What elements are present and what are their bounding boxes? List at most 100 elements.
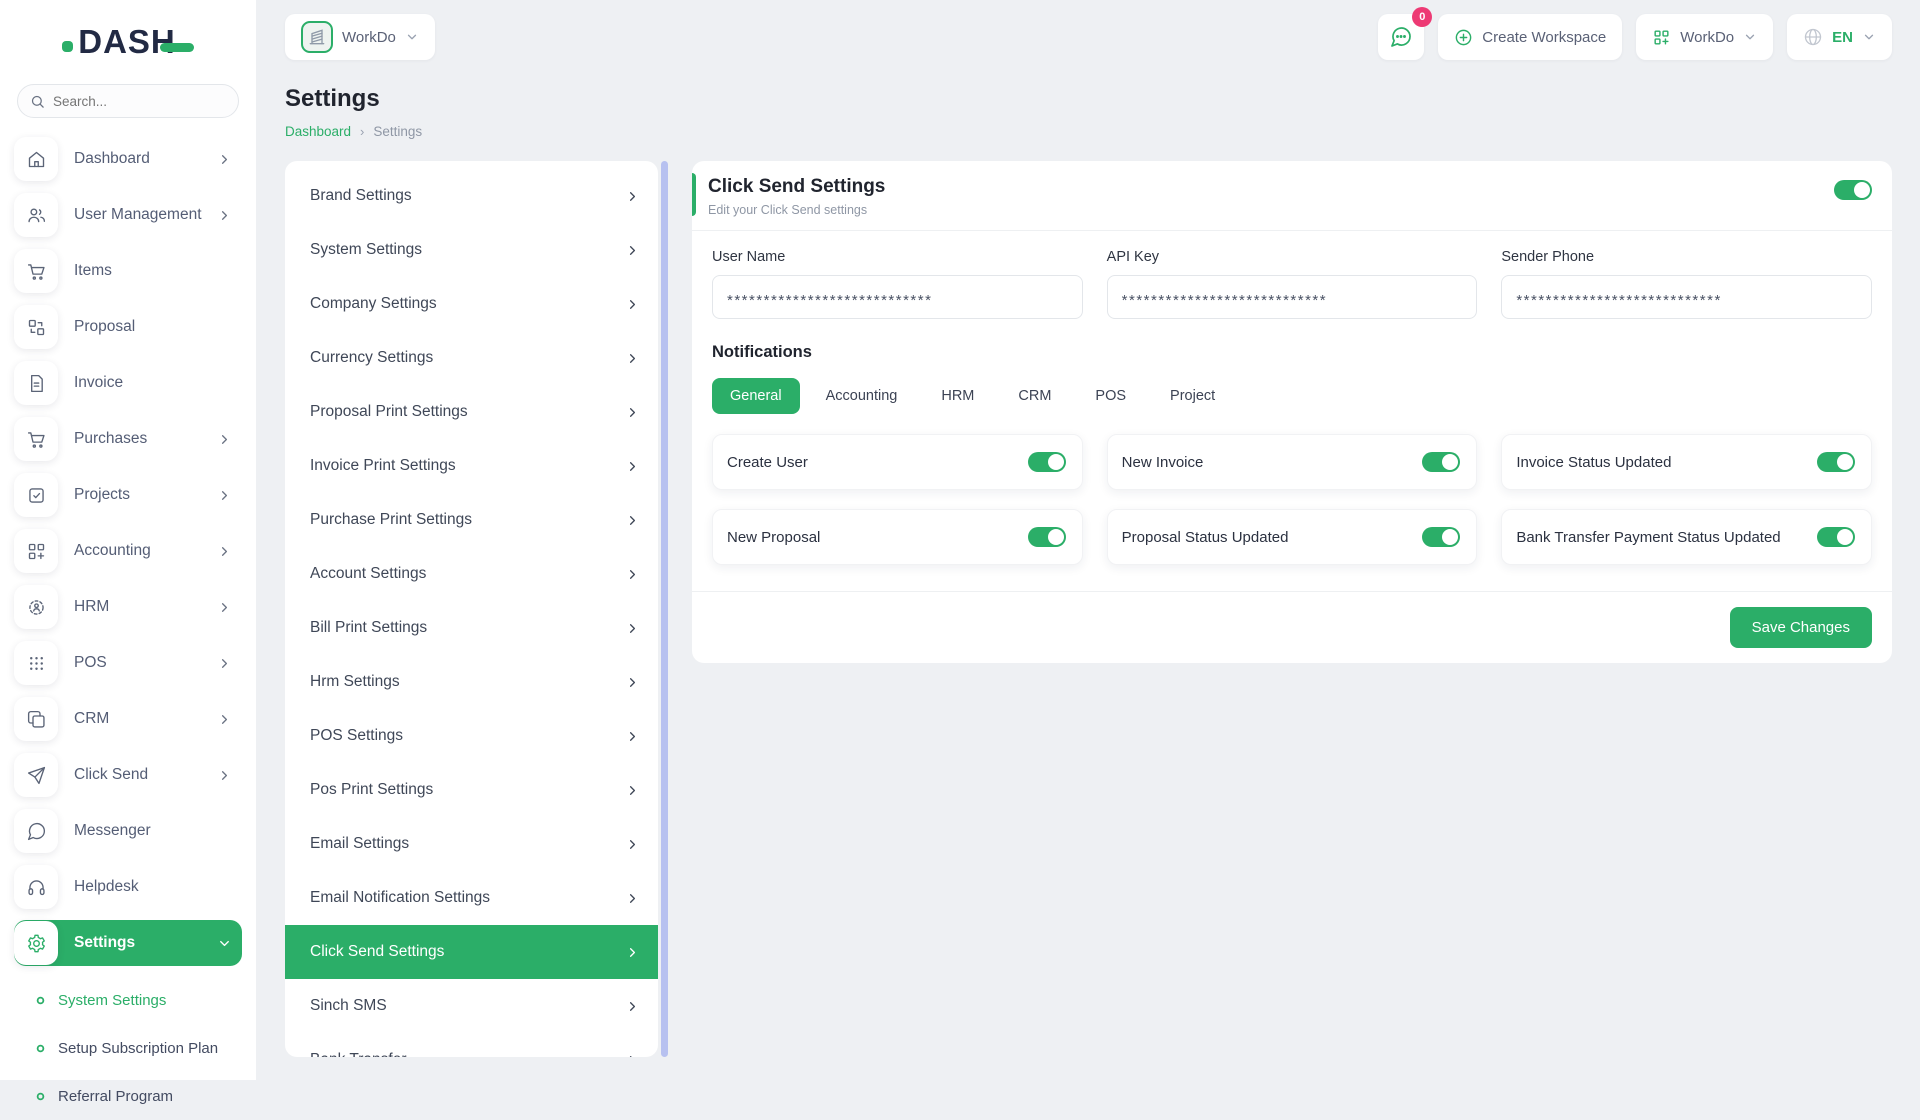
sidebar-item-label: Helpdesk bbox=[74, 878, 139, 896]
search-input[interactable] bbox=[53, 94, 226, 109]
dot-icon bbox=[36, 996, 45, 1005]
settings-menu-wrap: Brand SettingsSystem SettingsCompany Set… bbox=[285, 161, 668, 1057]
credential-fields: User NameAPI KeySender Phone bbox=[692, 231, 1892, 343]
settings-menu-item-purchase-print-settings[interactable]: Purchase Print Settings bbox=[285, 493, 658, 547]
sender-phone-input[interactable] bbox=[1501, 275, 1872, 319]
chevron-right-icon bbox=[217, 600, 232, 615]
sidebar-item-proposal[interactable]: Proposal bbox=[14, 304, 242, 350]
sidebar-item-invoice[interactable]: Invoice bbox=[14, 360, 242, 406]
toggle-label: Bank Transfer Payment Status Updated bbox=[1516, 529, 1780, 546]
sidebar-item-messenger[interactable]: Messenger bbox=[14, 808, 242, 854]
tab-hrm[interactable]: HRM bbox=[923, 378, 992, 414]
invoice-status-updated-toggle[interactable] bbox=[1817, 452, 1855, 472]
settings-menu-item-invoice-print-settings[interactable]: Invoice Print Settings bbox=[285, 439, 658, 493]
sidebar-subitem-system-settings[interactable]: System Settings bbox=[14, 976, 242, 1024]
bank-transfer-payment-status-updated-toggle[interactable] bbox=[1817, 527, 1855, 547]
chevron-right-icon bbox=[625, 945, 640, 960]
sidebar-item-label: Projects bbox=[74, 486, 130, 504]
app-menu-label: WorkDo bbox=[1680, 29, 1734, 46]
field-sender-phone: Sender Phone bbox=[1501, 249, 1872, 319]
workspace-switcher[interactable]: WorkDo bbox=[285, 14, 435, 60]
settings-menu-item-pos-settings[interactable]: POS Settings bbox=[285, 709, 658, 763]
breadcrumb-separator: › bbox=[360, 124, 364, 139]
tab-general[interactable]: General bbox=[712, 378, 800, 414]
field-label: User Name bbox=[712, 249, 1083, 265]
new-proposal-toggle[interactable] bbox=[1028, 527, 1066, 547]
message-icon bbox=[14, 809, 58, 853]
chevron-right-icon bbox=[217, 544, 232, 559]
sidebar-item-dashboard[interactable]: Dashboard bbox=[14, 136, 242, 182]
settings-menu-item-email-notification-settings[interactable]: Email Notification Settings bbox=[285, 871, 658, 925]
tab-accounting[interactable]: Accounting bbox=[808, 378, 916, 414]
sidebar-item-user-management[interactable]: User Management bbox=[14, 192, 242, 238]
sidebar-item-settings[interactable]: Settings bbox=[14, 920, 242, 966]
chevron-down-icon bbox=[1743, 30, 1757, 44]
sidebar-item-pos[interactable]: POS bbox=[14, 640, 242, 686]
save-changes-button[interactable]: Save Changes bbox=[1730, 607, 1872, 648]
gear-icon bbox=[14, 921, 58, 965]
sidebar-item-click-send[interactable]: Click Send bbox=[14, 752, 242, 798]
create-user-toggle[interactable] bbox=[1028, 452, 1066, 472]
proposal-status-updated-toggle[interactable] bbox=[1422, 527, 1460, 547]
tab-project[interactable]: Project bbox=[1152, 378, 1233, 414]
breadcrumb-dashboard-link[interactable]: Dashboard bbox=[285, 124, 351, 139]
users-icon bbox=[14, 193, 58, 237]
settings-menu-item-proposal-print-settings[interactable]: Proposal Print Settings bbox=[285, 385, 658, 439]
sidebar-item-purchases[interactable]: Purchases bbox=[14, 416, 242, 462]
sidebar-item-items[interactable]: Items bbox=[14, 248, 242, 294]
content-row: Brand SettingsSystem SettingsCompany Set… bbox=[285, 161, 1892, 1057]
create-workspace-button[interactable]: Create Workspace bbox=[1438, 14, 1622, 60]
sidebar-item-helpdesk[interactable]: Helpdesk bbox=[14, 864, 242, 910]
user-name-input[interactable] bbox=[712, 275, 1083, 319]
sidebar-item-accounting[interactable]: Accounting bbox=[14, 528, 242, 574]
toggle-card-new-invoice: New Invoice bbox=[1107, 434, 1478, 490]
sidebar-subitem-setup-subscription-plan[interactable]: Setup Subscription Plan bbox=[14, 1024, 242, 1072]
settings-menu-item-click-send-settings[interactable]: Click Send Settings bbox=[285, 925, 658, 979]
chevron-right-icon bbox=[217, 152, 232, 167]
chevron-right-icon bbox=[625, 837, 640, 852]
settings-menu-item-brand-settings[interactable]: Brand Settings bbox=[285, 169, 658, 223]
sidebar-item-crm[interactable]: CRM bbox=[14, 696, 242, 742]
panel-title: Click Send Settings bbox=[708, 176, 885, 198]
settings-menu-item-email-settings[interactable]: Email Settings bbox=[285, 817, 658, 871]
settings-menu-scrollbar[interactable] bbox=[661, 161, 668, 1057]
settings-menu-item-bank-transfer[interactable]: Bank Transfer bbox=[285, 1033, 658, 1057]
new-invoice-toggle[interactable] bbox=[1422, 452, 1460, 472]
settings-menu-item-bill-print-settings[interactable]: Bill Print Settings bbox=[285, 601, 658, 655]
logo-text: DASH bbox=[78, 23, 176, 61]
settings-menu-item-label: Click Send Settings bbox=[310, 943, 444, 961]
settings-menu-item-label: Email Settings bbox=[310, 835, 409, 853]
language-button[interactable]: EN bbox=[1787, 14, 1892, 60]
tab-crm[interactable]: CRM bbox=[1000, 378, 1069, 414]
messages-button[interactable]: 0 bbox=[1378, 14, 1424, 60]
click-send-enabled-toggle[interactable] bbox=[1834, 180, 1872, 200]
app-menu-button[interactable]: WorkDo bbox=[1636, 14, 1773, 60]
main-area: WorkDo 0 Create Workspace WorkDo bbox=[256, 0, 1920, 1080]
chevron-right-icon bbox=[625, 783, 640, 798]
dots-grid-icon bbox=[14, 641, 58, 685]
settings-menu-item-sinch-sms[interactable]: Sinch SMS bbox=[285, 979, 658, 1033]
settings-menu-item-label: Purchase Print Settings bbox=[310, 511, 472, 529]
sidebar-subitem-referral-program[interactable]: Referral Program bbox=[14, 1072, 242, 1120]
toggle-label: Create User bbox=[727, 454, 808, 471]
search-box[interactable] bbox=[17, 84, 239, 118]
tab-pos[interactable]: POS bbox=[1077, 378, 1144, 414]
chevron-right-icon bbox=[217, 712, 232, 727]
settings-menu-item-hrm-settings[interactable]: Hrm Settings bbox=[285, 655, 658, 709]
settings-menu-item-system-settings[interactable]: System Settings bbox=[285, 223, 658, 277]
settings-menu-item-account-settings[interactable]: Account Settings bbox=[285, 547, 658, 601]
settings-menu-item-company-settings[interactable]: Company Settings bbox=[285, 277, 658, 331]
sidebar-item-hrm[interactable]: HRM bbox=[14, 584, 242, 630]
grid-plus-icon bbox=[1652, 28, 1671, 47]
api-key-input[interactable] bbox=[1107, 275, 1478, 319]
settings-menu-item-currency-settings[interactable]: Currency Settings bbox=[285, 331, 658, 385]
sidebar-item-projects[interactable]: Projects bbox=[14, 472, 242, 518]
plus-circle-icon bbox=[1454, 28, 1473, 47]
create-workspace-label: Create Workspace bbox=[1482, 29, 1606, 46]
workspace-building-icon bbox=[301, 21, 333, 53]
toggle-card-create-user: Create User bbox=[712, 434, 1083, 490]
toggle-card-new-proposal: New Proposal bbox=[712, 509, 1083, 565]
cart-icon bbox=[14, 417, 58, 461]
settings-menu-item-label: POS Settings bbox=[310, 727, 403, 745]
settings-menu-item-pos-print-settings[interactable]: Pos Print Settings bbox=[285, 763, 658, 817]
